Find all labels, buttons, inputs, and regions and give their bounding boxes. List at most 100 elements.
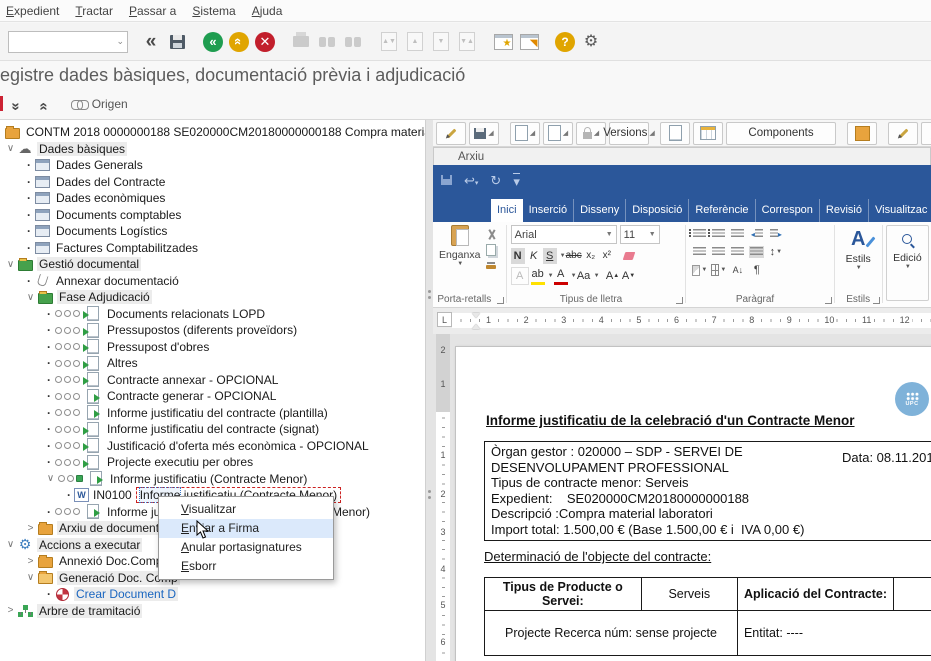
tree-row[interactable]: ·Pressupostos (diferents proveïdors) <box>0 322 425 339</box>
chevron-right-icon[interactable]: > <box>24 556 37 567</box>
menu-item-tractar[interactable]: Tractar <box>71 4 125 18</box>
shading-icon[interactable]: ▼ <box>692 264 707 276</box>
save-icon[interactable] <box>165 30 189 54</box>
document-icon[interactable] <box>660 122 690 145</box>
tab-inici[interactable]: Inici <box>491 199 523 222</box>
font-color-button[interactable]: A <box>554 266 568 285</box>
pen-disabled-icon[interactable] <box>921 122 931 145</box>
font-dialog-launcher-icon[interactable] <box>676 297 683 304</box>
tree-row[interactable]: ·Annexar documentació <box>0 273 425 290</box>
first-page-icon[interactable]: ▲▼ <box>377 30 401 54</box>
multilevel-list-icon[interactable] <box>730 228 745 240</box>
versions-button[interactable]: Versions◢ <box>609 122 649 145</box>
change-case-button[interactable]: Aa <box>577 268 591 284</box>
editing-group[interactable]: Edició ▼ <box>886 225 929 301</box>
cut-button[interactable] <box>486 227 497 242</box>
menu-item-passar-a[interactable]: Passar a <box>125 4 188 18</box>
components-tree-icon[interactable] <box>693 122 723 145</box>
document-page[interactable]: UPC Informe justificatiu de la celebraci… <box>455 346 931 661</box>
chevron-down-icon[interactable]: ∨ <box>4 143 17 154</box>
font-name-select[interactable]: Arial▼ <box>511 225 617 244</box>
bullet-list-icon[interactable] <box>692 228 707 240</box>
styles-label[interactable]: Estils <box>846 253 871 265</box>
previous-page-icon[interactable]: ▲ <box>403 30 427 54</box>
sort-icon[interactable]: A↓ <box>730 264 745 276</box>
cancel-icon[interactable]: ✕ <box>253 30 277 54</box>
bold-button[interactable]: N <box>511 248 525 264</box>
tree-row[interactable]: ∨Gestió documental <box>0 256 425 273</box>
tab-selector-icon[interactable]: L <box>437 312 452 327</box>
align-right-icon[interactable] <box>730 246 745 258</box>
exit-icon[interactable]: « <box>227 30 251 54</box>
decrease-indent-icon[interactable]: ◂ <box>749 228 764 240</box>
find-next-icon[interactable] <box>341 30 365 54</box>
shortcut-icon[interactable]: ◥ <box>517 30 541 54</box>
tab-disseny[interactable]: Disseny <box>574 199 626 222</box>
clear-formatting-icon[interactable] <box>622 252 635 260</box>
tree-row[interactable]: ·Projecte executiu per obres <box>0 454 425 471</box>
print-icon[interactable] <box>289 30 313 54</box>
tab-visualitzac[interactable]: Visualitzac <box>869 199 931 222</box>
tree-row[interactable]: ·Dades del Contracte <box>0 174 425 191</box>
tree-row[interactable]: ∨Fase Adjudicació <box>0 289 425 306</box>
components-button[interactable]: Components <box>726 122 836 145</box>
tree-row[interactable]: ·Dades Generals <box>0 157 425 174</box>
strikethrough-button[interactable]: abc <box>566 248 582 264</box>
underline-button[interactable]: S <box>543 248 557 264</box>
rectangle-icon[interactable] <box>847 122 877 145</box>
find-icon[interactable] <box>315 30 339 54</box>
tree-row[interactable]: ·Pressupost d'obres <box>0 339 425 356</box>
chevron-down-icon[interactable]: ∨ <box>24 572 37 583</box>
check-out-icon[interactable]: ◢ <box>543 122 573 145</box>
origen-button[interactable]: Origen <box>92 97 128 111</box>
command-field[interactable]: ⌄ <box>8 31 128 53</box>
menu-item-sistema[interactable]: Sistema <box>188 4 247 18</box>
lock-icon[interactable]: ◢ <box>576 122 606 145</box>
back-icon[interactable]: « <box>201 30 225 54</box>
tree-row[interactable]: ·Factures Comptabilitzades <box>0 240 425 257</box>
styles-icon[interactable]: A <box>851 229 865 249</box>
panel-splitter[interactable] <box>425 120 433 661</box>
font-size-select[interactable]: 11▼ <box>620 225 660 244</box>
tree-row[interactable]: ·Documents comptables <box>0 207 425 224</box>
copy-button[interactable] <box>486 242 497 257</box>
styles-dialog-launcher-icon[interactable] <box>873 297 880 304</box>
tab-revisi[interactable]: Revisió <box>820 199 869 222</box>
tree-row[interactable]: ·Documents Logístics <box>0 223 425 240</box>
tree-row[interactable]: ·Informe justificatiu del contracte (pla… <box>0 405 425 422</box>
chevron-right-icon[interactable]: > <box>24 523 37 534</box>
context-menu-item-anular-portasignatures[interactable]: Anular portasignatures <box>159 538 333 557</box>
arxiu-menu[interactable]: Arxiu <box>433 147 931 165</box>
word-save-icon[interactable] <box>441 174 452 187</box>
horizontal-ruler[interactable]: 123456789101112 <box>452 313 931 328</box>
shrink-font-button[interactable]: A▼ <box>622 268 636 284</box>
last-page-icon[interactable]: ▼▲ <box>455 30 479 54</box>
subscript-button[interactable]: x₂ <box>584 248 598 264</box>
chevron-down-icon[interactable]: ∨ <box>44 473 57 484</box>
tree-row[interactable]: ∨☁Dades bàsiques <box>0 141 425 158</box>
tree-row[interactable]: ·Dades econòmiques <box>0 190 425 207</box>
tree-row[interactable]: >Arbre de tramitació <box>0 603 425 620</box>
tab-correspon[interactable]: Correspon <box>756 199 820 222</box>
paragraph-dialog-launcher-icon[interactable] <box>825 297 832 304</box>
chevron-down-icon[interactable]: ∨ <box>24 292 37 303</box>
customize-quick-access-icon[interactable]: ▾ <box>513 173 520 188</box>
increase-indent-icon[interactable]: ▸ <box>768 228 783 240</box>
chevron-right-icon[interactable]: > <box>4 605 17 616</box>
context-menu-item-enviar-a-firma[interactable]: Enviar a Firma <box>159 519 333 538</box>
tab-refer-ncie[interactable]: Referèncie <box>689 199 755 222</box>
chevron-down-icon[interactable]: ∨ <box>4 259 17 270</box>
align-center-icon[interactable] <box>711 246 726 258</box>
tree-row[interactable]: ∨Informe justificatiu (Contracte Menor) <box>0 471 425 488</box>
vertical-ruler[interactable]: 211234567 <box>436 334 450 661</box>
paragraph-marks-icon[interactable]: ¶ <box>749 264 764 276</box>
menu-item-ajuda[interactable]: Ajuda <box>248 4 295 18</box>
tree-row[interactable]: ·Contracte annexar - OPCIONAL <box>0 372 425 389</box>
save-document-icon[interactable]: ◢ <box>469 122 499 145</box>
tree-row[interactable]: ·Altres <box>0 355 425 372</box>
tree-row[interactable]: ·Crear Document D <box>0 586 425 603</box>
context-menu-item-visualitzar[interactable]: Visualitzar <box>159 500 333 519</box>
pen-icon[interactable] <box>888 122 918 145</box>
borders-icon[interactable]: ▼ <box>711 264 726 276</box>
justify-icon[interactable] <box>749 246 764 258</box>
